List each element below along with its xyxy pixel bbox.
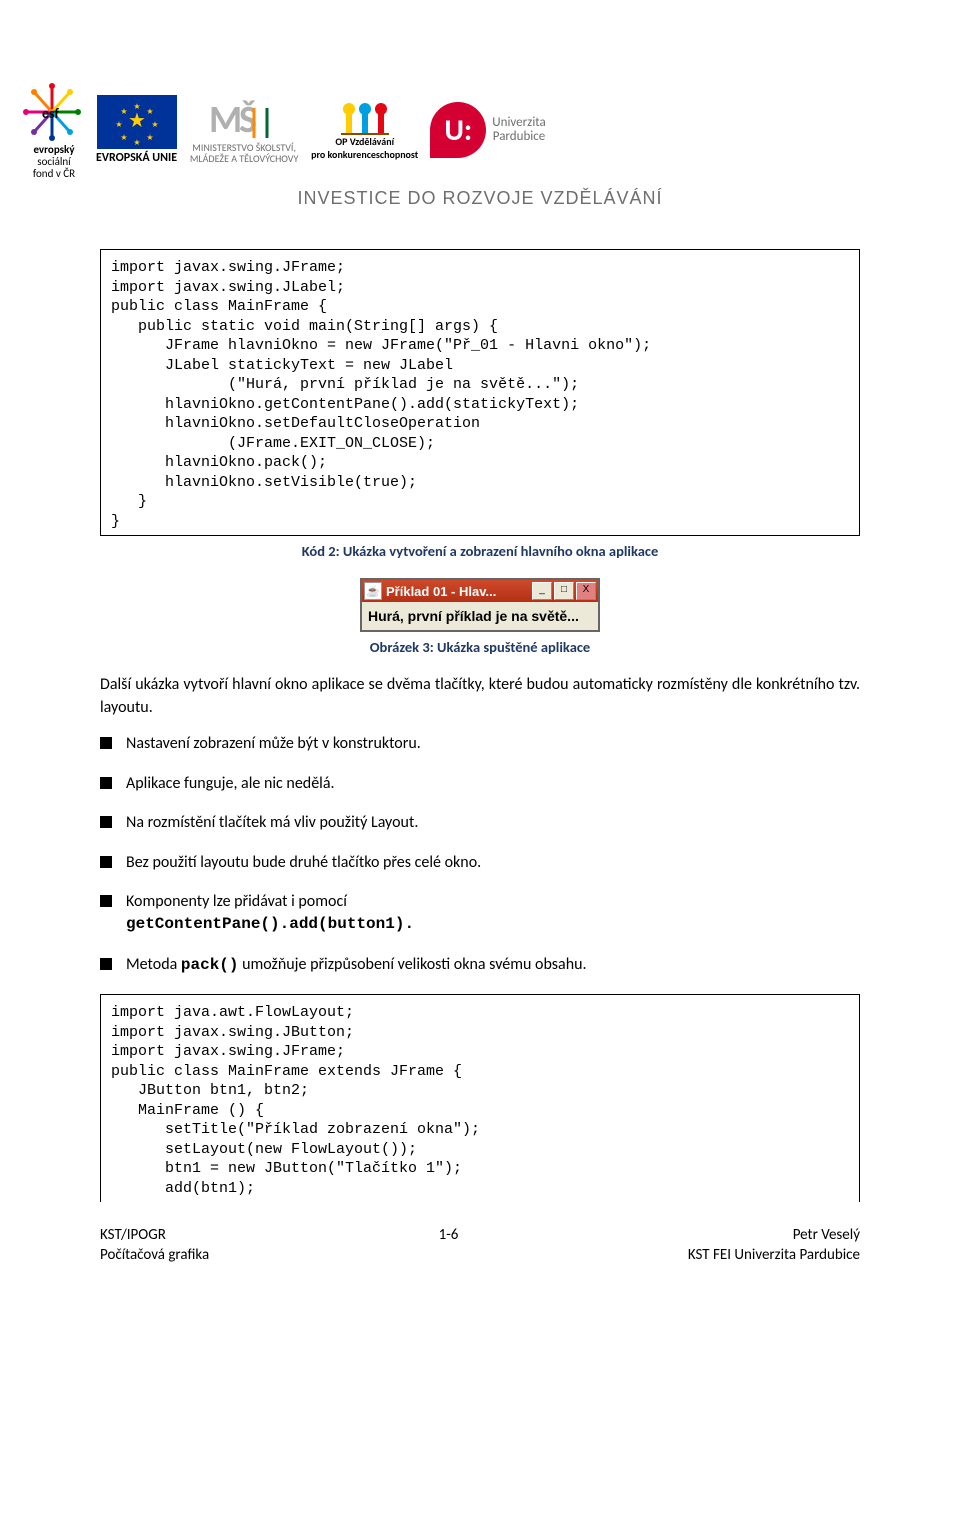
- caption-figure-3: Obrázek 3: Ukázka spuštěné aplikace: [100, 638, 860, 656]
- close-icon[interactable]: X: [576, 582, 596, 600]
- svg-text:★: ★: [133, 138, 140, 148]
- svg-text:★: ★: [120, 133, 127, 143]
- esf-star-icon: esf: [20, 80, 84, 144]
- list-item: Nastavení zobrazení může být v konstrukt…: [100, 733, 860, 755]
- caption-code-2: Kód 2: Ukázka vytvoření a zobrazení hlav…: [100, 542, 860, 560]
- svg-text:★: ★: [128, 109, 146, 133]
- svg-text:★: ★: [146, 107, 153, 117]
- footer-left: KST/IPOGRPočítačová grafika: [100, 1226, 209, 1265]
- list-item: Metoda pack() umožňuje přizpůsobení veli…: [100, 954, 860, 977]
- footer-right: Petr VeselýKST FEI Univerzita Pardubice: [688, 1226, 860, 1265]
- java-icon: ☕: [364, 582, 382, 600]
- logo-esf: esf evropský sociální fond v ČR: [20, 80, 84, 180]
- paragraph-1: Další ukázka vytvoří hlavní okno aplikac…: [100, 674, 860, 719]
- logo-upce: U: UniverzitaPardubice: [430, 102, 545, 158]
- svg-text:★: ★: [146, 133, 153, 143]
- sample-window-body: Hurá, první příklad je na světě...: [362, 602, 598, 630]
- sample-window-title: Příklad 01 - Hlav...: [386, 584, 528, 599]
- header-logo-banner: esf evropský sociální fond v ČR ★ ★★ ★★ …: [20, 80, 940, 180]
- sample-app-window: ☕ Příklad 01 - Hlav... _ □ X Hurá, první…: [360, 578, 600, 632]
- msmt-label: MINISTERSTVO ŠKOLSTVÍ,MLÁDEŽE A TĚLOVÝCH…: [190, 142, 298, 164]
- code-listing-1: import javax.swing.JFrame; import javax.…: [100, 249, 860, 536]
- footer-page-number: 1-6: [439, 1226, 459, 1265]
- svg-text:★: ★: [120, 107, 127, 117]
- eu-flag-icon: ★ ★★ ★★ ★★ ★★: [97, 95, 177, 149]
- upce-u-glyph: U:: [444, 112, 472, 149]
- svg-text:M: M: [209, 97, 242, 142]
- list-item: Bez použití layoutu bude druhé tlačítko …: [100, 852, 860, 874]
- opvzd-label: OP Vzdělávánípro konkurenceschopnost: [311, 135, 418, 161]
- maximize-icon[interactable]: □: [554, 582, 574, 600]
- svg-text:★: ★: [151, 120, 158, 130]
- bullet-list: Nastavení zobrazení může být v konstrukt…: [100, 733, 860, 976]
- logo-msmt: M Š MINISTERSTVO ŠKOLSTVÍ,MLÁDEŽE A TĚLO…: [189, 96, 299, 164]
- list-item: Na rozmístění tlačítek má vliv použitý L…: [100, 812, 860, 834]
- page-footer: KST/IPOGRPočítačová grafika 1-6 Petr Ves…: [100, 1226, 860, 1265]
- inline-code: pack(): [181, 956, 239, 974]
- upce-label: UniverzitaPardubice: [492, 116, 545, 145]
- esf-label: evropský sociální fond v ČR: [33, 144, 75, 180]
- svg-text:★: ★: [115, 120, 122, 130]
- svg-text:★: ★: [133, 102, 140, 112]
- investice-heading: INVESTICE DO ROZVOJE VZDĚLÁVÁNÍ: [100, 188, 860, 209]
- inline-code: getContentPane().add(button1).: [126, 915, 414, 933]
- eu-label: EVROPSKÁ UNIE: [96, 151, 177, 165]
- sample-titlebar: ☕ Příklad 01 - Hlav... _ □ X: [362, 580, 598, 602]
- list-item: Aplikace funguje, ale nic nedělá.: [100, 773, 860, 795]
- code-listing-2: import java.awt.FlowLayout; import javax…: [100, 994, 860, 1202]
- svg-text:esf: esf: [42, 105, 60, 122]
- minimize-icon[interactable]: _: [532, 582, 552, 600]
- list-item: Komponenty lze přidávat i pomocí getCont…: [100, 891, 860, 935]
- logo-opvzd: OP Vzdělávánípro konkurenceschopnost: [311, 99, 418, 161]
- upce-icon: U:: [430, 102, 486, 158]
- opvzd-icon: [337, 99, 393, 135]
- msmt-icon: M Š: [209, 96, 279, 142]
- logo-eu: ★ ★★ ★★ ★★ ★★ EVROPSKÁ UNIE: [96, 95, 177, 165]
